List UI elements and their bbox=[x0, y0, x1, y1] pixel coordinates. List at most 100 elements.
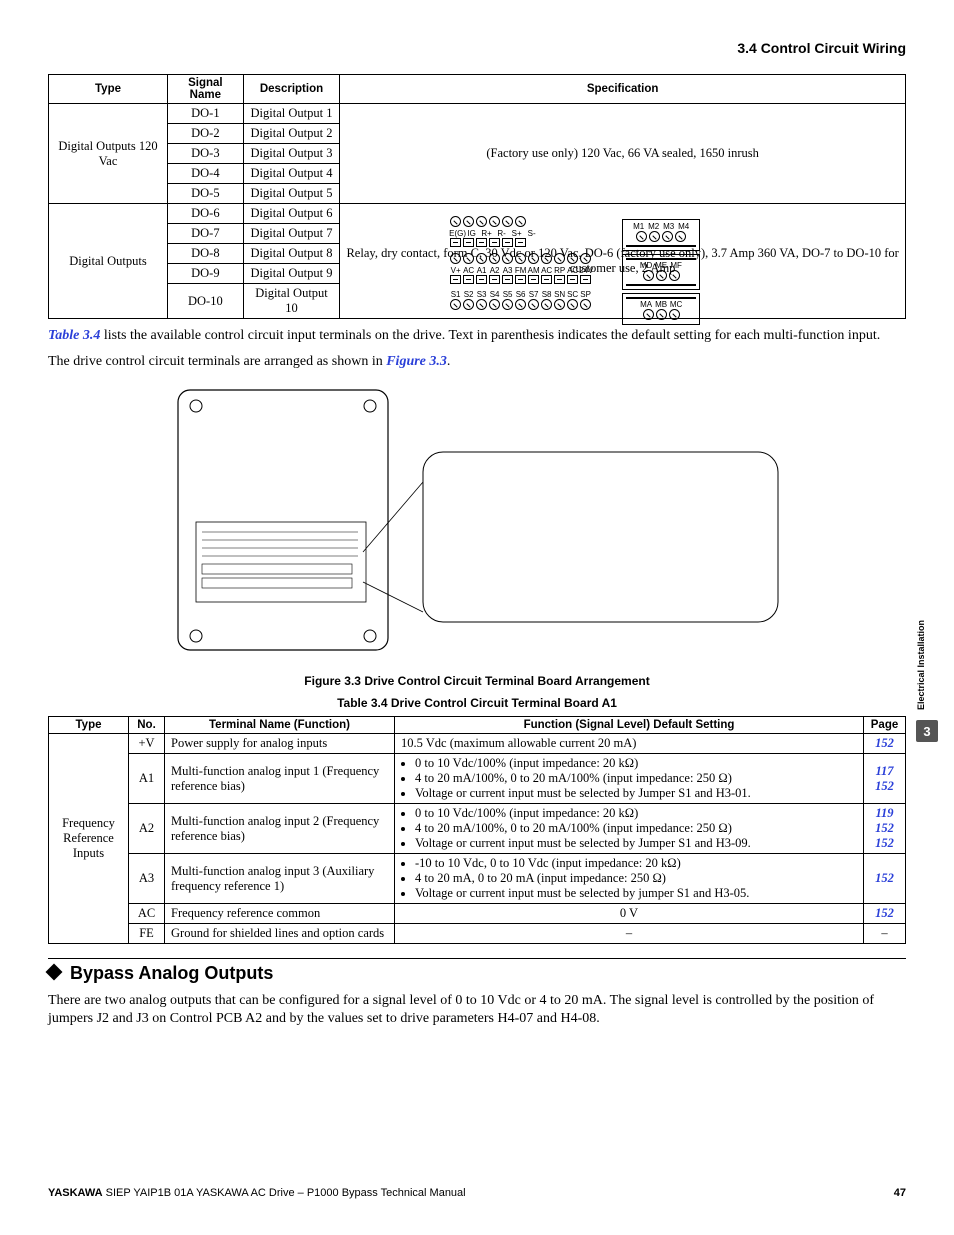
t2-name: Ground for shielded lines and option car… bbox=[165, 924, 395, 944]
section-paragraph: There are two analog outputs that can be… bbox=[48, 992, 906, 1027]
t1-desc: Digital Output 5 bbox=[243, 184, 340, 204]
t2-func: 0 V bbox=[395, 904, 864, 924]
t1-desc: Digital Output 7 bbox=[243, 224, 340, 244]
t2-name: Multi-function analog input 1 (Frequency… bbox=[165, 754, 395, 804]
page-link[interactable]: 152 bbox=[864, 734, 906, 754]
t1-g2-type: Digital Outputs bbox=[49, 204, 168, 319]
t1-sig: DO-3 bbox=[168, 144, 244, 164]
t1-g1-type: Digital Outputs 120 Vac bbox=[49, 104, 168, 204]
bullet: 4 to 20 mA, 0 to 20 mA (input impedance:… bbox=[415, 871, 857, 886]
t2-no: A1 bbox=[129, 754, 165, 804]
bullet: 0 to 10 Vdc/100% (input impedance: 20 kΩ… bbox=[415, 756, 857, 771]
para2-post: . bbox=[447, 354, 451, 369]
t2-func: 0 to 10 Vdc/100% (input impedance: 20 kΩ… bbox=[395, 804, 864, 854]
bullet: 4 to 20 mA/100%, 0 to 20 mA/100% (input … bbox=[415, 821, 857, 836]
figure-3-3: E(G)IGR+R-S+S- V+ACA1A2A3FMAMACRPAC24V S… bbox=[48, 382, 906, 666]
t2-name: Frequency reference common bbox=[165, 904, 395, 924]
t1-sig: DO-10 bbox=[168, 284, 244, 319]
t2-h4: Function (Signal Level) Default Setting bbox=[395, 717, 864, 734]
section-bypass-analog-outputs: Bypass Analog Outputs bbox=[48, 958, 906, 984]
relay-terminal-block: M1M2M3M4 MDMEMF MAMBMC bbox=[622, 216, 700, 328]
table-row: A2 Multi-function analog input 2 (Freque… bbox=[49, 804, 906, 854]
table-row: FE Ground for shielded lines and option … bbox=[49, 924, 906, 944]
bullet: 4 to 20 mA/100%, 0 to 20 mA/100% (input … bbox=[415, 771, 857, 786]
figure-3-3-caption: Figure 3.3 Drive Control Circuit Termina… bbox=[48, 674, 906, 688]
main-terminal-block: E(G)IGR+R-S+S- V+ACA1A2A3FMAMACRPAC24V S… bbox=[449, 216, 592, 312]
t2-name: Multi-function analog input 2 (Frequency… bbox=[165, 804, 395, 854]
page-link[interactable]: 119152152 bbox=[864, 804, 906, 854]
t2-no: A2 bbox=[129, 804, 165, 854]
terminal-board-table: Type No. Terminal Name (Function) Functi… bbox=[48, 716, 906, 944]
t1-h4: Specification bbox=[340, 75, 906, 104]
t1-sig: DO-7 bbox=[168, 224, 244, 244]
t1-h1: Type bbox=[49, 75, 168, 104]
section-title: Bypass Analog Outputs bbox=[70, 963, 273, 983]
t1-sig: DO-8 bbox=[168, 244, 244, 264]
t1-desc: Digital Output 8 bbox=[243, 244, 340, 264]
t2-h2: No. bbox=[129, 717, 165, 734]
page-link[interactable]: 152 bbox=[864, 854, 906, 904]
t1-sig: DO-5 bbox=[168, 184, 244, 204]
t1-desc: Digital Output 10 bbox=[243, 284, 340, 319]
terminal-board-svg bbox=[168, 382, 788, 662]
footer-left: YASKAWA SIEP YAIP1B 01A YASKAWA AC Drive… bbox=[48, 1187, 466, 1199]
t1-desc: Digital Output 6 bbox=[243, 204, 340, 224]
t2-no: A3 bbox=[129, 854, 165, 904]
footer-brand: YASKAWA bbox=[48, 1187, 103, 1199]
diamond-icon bbox=[46, 964, 63, 981]
t2-func: – bbox=[395, 924, 864, 944]
page-link[interactable]: 117152 bbox=[864, 754, 906, 804]
section-header: 3.4 Control Circuit Wiring bbox=[48, 40, 906, 56]
t1-sig: DO-6 bbox=[168, 204, 244, 224]
page-link[interactable]: 152 bbox=[864, 904, 906, 924]
bullet: -10 to 10 Vdc, 0 to 10 Vdc (input impeda… bbox=[415, 856, 857, 871]
page-cell: – bbox=[864, 924, 906, 944]
figure-3-3-link[interactable]: Figure 3.3 bbox=[386, 354, 447, 369]
t1-desc: Digital Output 3 bbox=[243, 144, 340, 164]
t2-h1: Type bbox=[49, 717, 129, 734]
side-tab: Electrical Installation 3 bbox=[916, 620, 944, 742]
t1-desc: Digital Output 4 bbox=[243, 164, 340, 184]
paragraph-2: The drive control circuit terminals are … bbox=[48, 353, 906, 371]
t1-desc: Digital Output 2 bbox=[243, 124, 340, 144]
t2-name: Multi-function analog input 3 (Auxiliary… bbox=[165, 854, 395, 904]
chapter-number-box: 3 bbox=[916, 720, 938, 742]
side-label: Electrical Installation bbox=[916, 620, 926, 710]
t2-name: Power supply for analog inputs bbox=[165, 734, 395, 754]
t1-desc: Digital Output 9 bbox=[243, 264, 340, 284]
t1-sig: DO-9 bbox=[168, 264, 244, 284]
t1-sig: DO-1 bbox=[168, 104, 244, 124]
t2-h5: Page bbox=[864, 717, 906, 734]
t2-func: 0 to 10 Vdc/100% (input impedance: 20 kΩ… bbox=[395, 754, 864, 804]
table-3-4-caption: Table 3.4 Drive Control Circuit Terminal… bbox=[48, 696, 906, 710]
page-footer: YASKAWA SIEP YAIP1B 01A YASKAWA AC Drive… bbox=[48, 1187, 906, 1199]
t1-sig: DO-4 bbox=[168, 164, 244, 184]
table-row: Digital Outputs 120 Vac DO-1 Digital Out… bbox=[49, 104, 906, 124]
bullet: Voltage or current input must be selecte… bbox=[415, 886, 857, 901]
t1-h2: Signal Name bbox=[168, 75, 244, 104]
t1-desc: Digital Output 1 bbox=[243, 104, 340, 124]
t2-h3: Terminal Name (Function) bbox=[165, 717, 395, 734]
t2-type: Frequency Reference Inputs bbox=[49, 734, 129, 944]
t2-func: 10.5 Vdc (maximum allowable current 20 m… bbox=[395, 734, 864, 754]
t2-no: AC bbox=[129, 904, 165, 924]
bullet: 0 to 10 Vdc/100% (input impedance: 20 kΩ… bbox=[415, 806, 857, 821]
footer-doc-title: SIEP YAIP1B 01A YASKAWA AC Drive – P1000… bbox=[103, 1187, 466, 1199]
row3-labels: S1S2S3S4S5S6S7S8SNSCSP bbox=[449, 290, 592, 299]
t2-no: FE bbox=[129, 924, 165, 944]
t2-func: -10 to 10 Vdc, 0 to 10 Vdc (input impeda… bbox=[395, 854, 864, 904]
t2-no: +V bbox=[129, 734, 165, 754]
row1-labels: E(G)IGR+R-S+S- bbox=[449, 229, 592, 238]
t1-sig: DO-2 bbox=[168, 124, 244, 144]
t1-h3: Description bbox=[243, 75, 340, 104]
table-row: AC Frequency reference common 0 V 152 bbox=[49, 904, 906, 924]
para2-pre: The drive control circuit terminals are … bbox=[48, 354, 386, 369]
bullet: Voltage or current input must be selecte… bbox=[415, 836, 857, 851]
table-row: Frequency Reference Inputs +V Power supp… bbox=[49, 734, 906, 754]
table-3-4-link[interactable]: Table 3.4 bbox=[48, 328, 100, 343]
row2-labels: V+ACA1A2A3FMAMACRPAC24V bbox=[449, 266, 592, 275]
t1-g1-spec: (Factory use only) 120 Vac, 66 VA sealed… bbox=[340, 104, 906, 204]
table-row: A3 Multi-function analog input 3 (Auxili… bbox=[49, 854, 906, 904]
table-row: A1 Multi-function analog input 1 (Freque… bbox=[49, 754, 906, 804]
page-number: 47 bbox=[894, 1187, 906, 1199]
